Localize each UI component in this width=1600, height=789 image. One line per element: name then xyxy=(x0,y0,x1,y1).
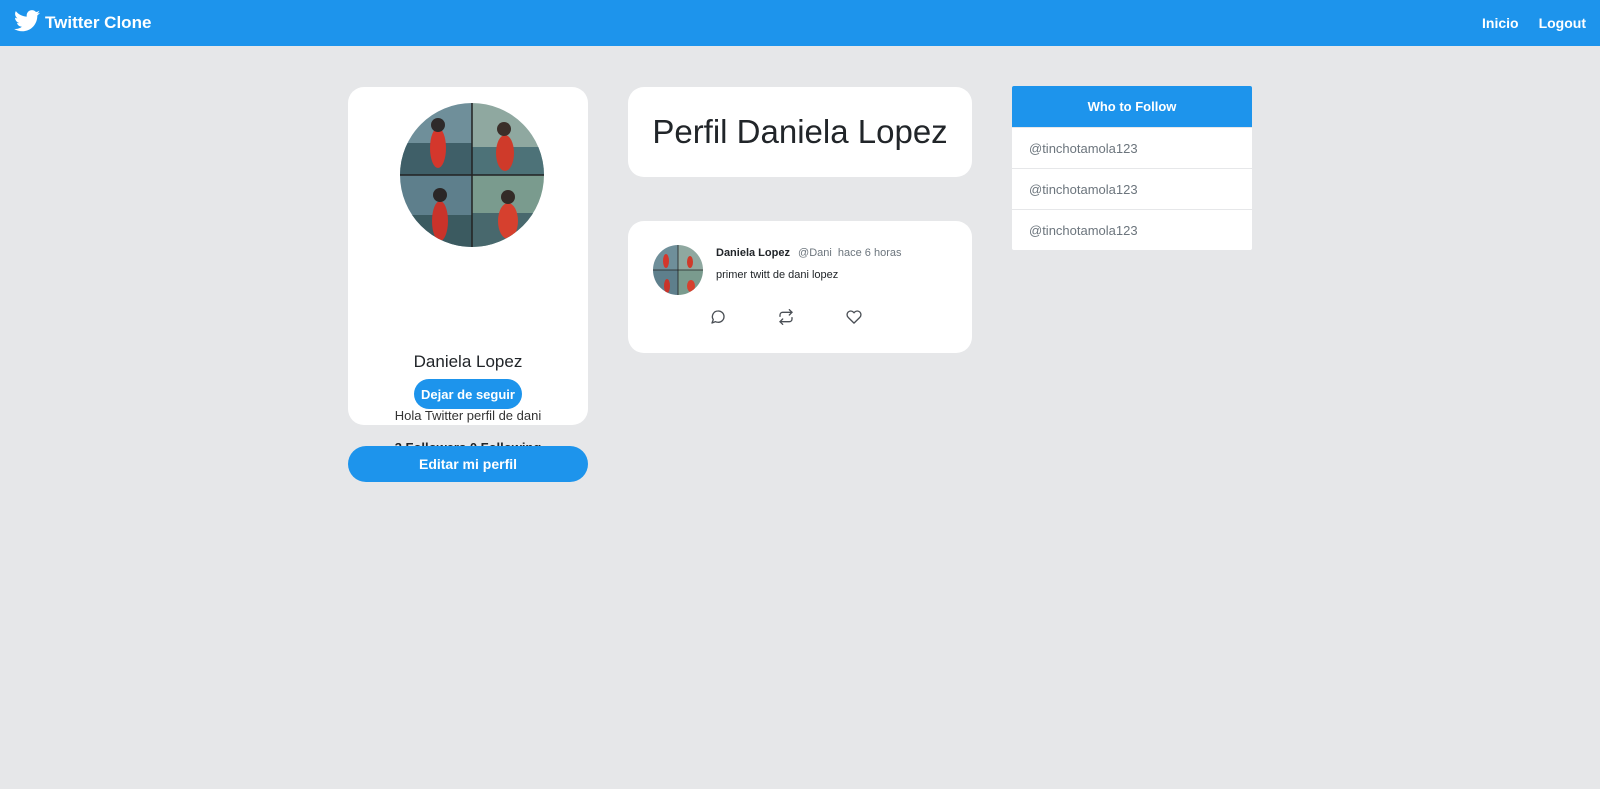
retweet-icon[interactable] xyxy=(776,308,796,326)
who-to-follow-header: Who to Follow xyxy=(1012,86,1252,127)
who-to-follow-card: Who to Follow @tinchotamola123 @tinchota… xyxy=(1012,86,1252,250)
nav-links: Inicio Logout xyxy=(1462,15,1586,31)
brand-link[interactable]: Twitter Clone xyxy=(14,9,152,37)
brand-label: Twitter Clone xyxy=(45,13,152,32)
unfollow-button[interactable]: Dejar de seguir xyxy=(414,379,522,409)
like-icon[interactable] xyxy=(844,308,864,326)
tweet-header: Daniela Lopez @Dani hace 6 horas xyxy=(716,247,902,259)
reply-icon[interactable] xyxy=(708,308,728,326)
profile-bio: Hola Twitter perfil de dani xyxy=(394,408,542,423)
profile-card: Daniela Lopez @Dani Hola Twitter perfil … xyxy=(348,87,588,455)
nav-link-logout[interactable]: Logout xyxy=(1539,15,1586,31)
twitter-bird-icon xyxy=(14,9,45,37)
edit-profile-button[interactable]: Editar mi perfil xyxy=(348,446,588,482)
nav-link-inicio[interactable]: Inicio xyxy=(1482,15,1519,31)
navbar: Twitter Clone Inicio Logout xyxy=(0,0,1600,46)
tweet-author[interactable]: Daniela Lopez xyxy=(716,247,790,259)
avatar xyxy=(400,103,544,247)
tweet-avatar[interactable] xyxy=(653,245,703,295)
follow-suggestion[interactable]: @tinchotamola123 xyxy=(1012,127,1252,168)
follow-suggestion[interactable]: @tinchotamola123 xyxy=(1012,209,1252,250)
profile-name: Daniela Lopez xyxy=(413,352,523,371)
tweet-actions xyxy=(708,308,912,326)
title-card: Perfil Daniela Lopez xyxy=(628,87,972,177)
tweet-handle: @Dani xyxy=(798,247,832,259)
page-title: Perfil Daniela Lopez xyxy=(652,113,948,150)
tweet-card: Daniela Lopez @Dani hace 6 horas primer … xyxy=(628,221,972,353)
tweet-text: primer twitt de dani lopez xyxy=(716,269,839,281)
tweet-time: hace 6 horas xyxy=(837,247,902,259)
follow-suggestion[interactable]: @tinchotamola123 xyxy=(1012,168,1252,209)
